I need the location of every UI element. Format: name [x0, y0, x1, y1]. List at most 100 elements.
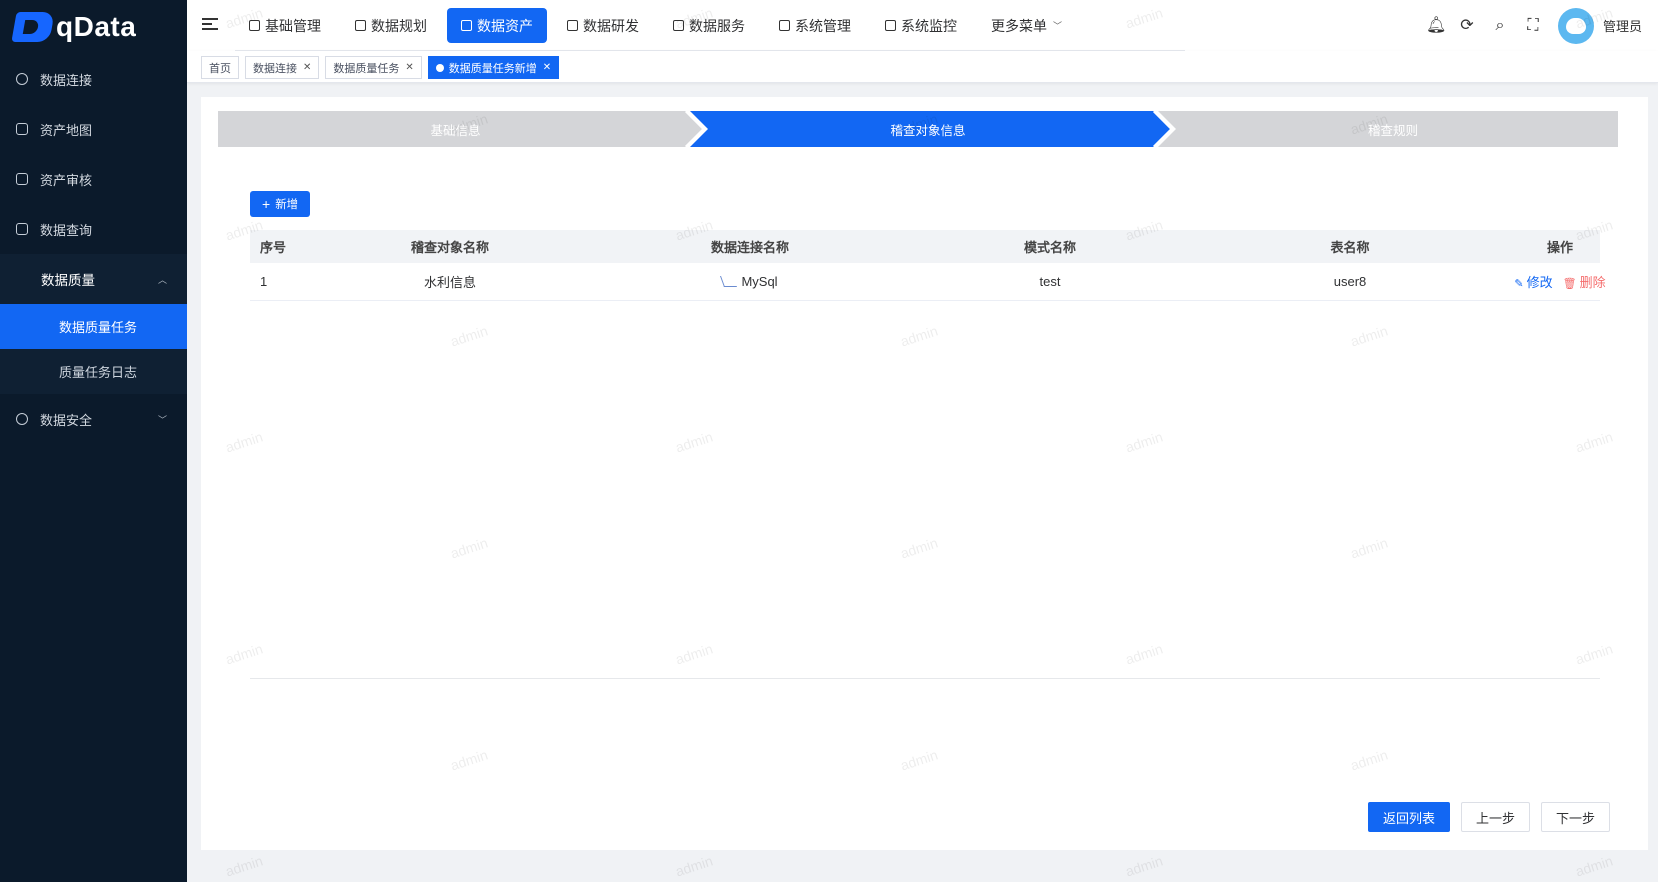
step-label: 稽查规则	[1367, 123, 1418, 138]
copy-icon	[16, 173, 28, 185]
back-to-list-button[interactable]: 返回列表	[1367, 802, 1450, 832]
search-icon[interactable]: ⌕	[1492, 17, 1508, 34]
col-table-name: 表名称	[1330, 240, 1370, 255]
sidebar-group-data-quality[interactable]: 数据质量 ︿	[0, 254, 187, 304]
col-connection-name: 数据连接名称	[710, 240, 789, 255]
prev-step-button[interactable]: 上一步	[1460, 802, 1530, 832]
col-actions: 操作	[1546, 240, 1573, 255]
window-icon	[567, 20, 578, 31]
step-label: 基础信息	[430, 123, 481, 138]
step-rules[interactable]: 稽查规则	[1168, 111, 1618, 147]
tag-data-connection[interactable]: 数据连接 ✕	[245, 56, 320, 79]
chevron-down-icon: ﹀	[157, 414, 167, 425]
menu-toggle-icon[interactable]	[202, 18, 218, 32]
watermark-text: admin	[1573, 852, 1615, 880]
asset-icon	[461, 20, 472, 31]
sidebar-group-label: 数据质量	[41, 273, 95, 288]
footer-actions: 返回列表 上一步 下一步	[1357, 802, 1610, 832]
avatar[interactable]	[1557, 7, 1594, 44]
sidebar-item-label: 数据安全	[40, 412, 93, 428]
dot-icon	[435, 63, 444, 72]
nav-system-monitor[interactable]: 系统监控	[871, 8, 971, 43]
watermark-text: admin	[673, 852, 715, 880]
nav-data-assets[interactable]: 数据资产	[447, 8, 547, 43]
logo[interactable]: qData	[0, 0, 187, 54]
tag-home[interactable]: 首页	[201, 56, 239, 79]
sidebar-item-label: 数据连接	[40, 72, 93, 88]
edit-button[interactable]: ✎ 修改	[1514, 272, 1552, 291]
nav-label: 基础管理	[265, 17, 321, 34]
cell-index: 1	[260, 274, 268, 289]
nav-label: 系统监控	[901, 17, 957, 34]
edit-label: 修改	[1526, 275, 1553, 290]
top-nav: 基础管理 数据规划 数据资产 数据研发 数据服务 系统管理 系统监控 更多菜单 ﹀	[235, 8, 1082, 43]
cell-schema: test	[1039, 274, 1061, 289]
nav-label: 系统管理	[795, 17, 851, 34]
tag-quality-task[interactable]: 数据质量任务 ✕	[325, 56, 422, 79]
add-button[interactable]: + 新增	[250, 191, 311, 217]
sidebar-item-asset-review[interactable]: 资产审核	[0, 154, 187, 204]
col-target-name: 稽查对象名称	[410, 240, 489, 255]
query-icon	[16, 223, 28, 235]
logo-text: qData	[56, 11, 137, 42]
tag-quality-task-add[interactable]: 数据质量任务新增 ✕	[427, 56, 560, 79]
cell-actions: ✎ 修改 🗑︎ 删除	[1514, 272, 1605, 291]
bell-icon[interactable]: 🔔︎	[1426, 17, 1446, 34]
sidebar-item-label: 资产地图	[40, 122, 93, 138]
sidebar-item-data-query[interactable]: 数据查询	[0, 204, 187, 254]
layers-icon	[355, 20, 366, 31]
delete-label: 删除	[1579, 275, 1606, 290]
step-target-info[interactable]: 稽查对象信息	[698, 111, 1158, 147]
username[interactable]: 管理员	[1603, 16, 1642, 35]
nav-data-development[interactable]: 数据研发	[553, 8, 653, 43]
nav-more-menu[interactable]: 更多菜单 ﹀	[977, 8, 1076, 43]
add-button-label: 新增	[275, 199, 299, 211]
sidebar-item-label: 资产审核	[40, 172, 93, 188]
delete-button[interactable]: 🗑︎ 删除	[1563, 272, 1606, 291]
nav-system-management[interactable]: 系统管理	[765, 8, 865, 43]
tag-label: 数据质量任务新增	[448, 62, 537, 75]
fullscreen-icon[interactable]: ⛶	[1525, 17, 1541, 34]
close-icon[interactable]: ✕	[543, 62, 551, 73]
sidebar: qData 数据连接 资产地图 资产审核 数据查询 数据质量 ︿ 数据质量任务 …	[0, 0, 187, 882]
table-header: 序号 稽查对象名称 数据连接名称 模式名称 表名称 操作	[250, 230, 1600, 263]
main-card: 基础信息 稽查对象信息 稽查规则 + 新增 序号 稽查对象名称 数据连接名称 模…	[201, 97, 1648, 850]
sidebar-subitem-quality-log[interactable]: 质量任务日志	[0, 349, 187, 394]
sidebar-item-data-connection[interactable]: 数据连接	[0, 54, 187, 104]
sidebar-subitem-label: 质量任务日志	[59, 365, 138, 380]
nav-data-service[interactable]: 数据服务	[659, 8, 759, 43]
target-icon	[16, 73, 28, 85]
top-bar: 基础管理 数据规划 数据资产 数据研发 数据服务 系统管理 系统监控 更多菜单 ﹀…	[187, 0, 1658, 51]
cell-table: user8	[1333, 274, 1367, 289]
sidebar-item-label: 数据查询	[40, 222, 93, 238]
col-index: 序号	[260, 240, 287, 255]
nav-data-planning[interactable]: 数据规划	[341, 8, 441, 43]
edit-icon: ✎	[1514, 278, 1524, 290]
tag-label: 数据质量任务	[333, 62, 400, 75]
target-table: 序号 稽查对象名称 数据连接名称 模式名称 表名称 操作 1 水利信息 MySq…	[250, 230, 1606, 301]
step-basic-info[interactable]: 基础信息	[218, 111, 693, 147]
plus-icon: +	[262, 196, 271, 212]
sidebar-item-asset-map[interactable]: 资产地图	[0, 104, 187, 154]
tag-label: 数据连接	[253, 62, 297, 75]
refresh-icon[interactable]: ⟳	[1459, 17, 1475, 34]
watermark-text: admin	[223, 852, 265, 880]
sidebar-item-data-security[interactable]: 数据安全 ﹀	[0, 394, 187, 444]
table-row: 1 水利信息 MySql test user8 ✎ 修改 🗑︎ 删除	[250, 263, 1606, 301]
next-step-button[interactable]: 下一步	[1540, 802, 1610, 832]
nav-label: 更多菜单	[991, 17, 1047, 34]
mysql-icon	[720, 276, 738, 287]
watermark-text: admin	[1123, 852, 1165, 880]
close-icon[interactable]: ✕	[405, 62, 413, 73]
tag-label: 首页	[209, 62, 231, 75]
hourglass-icon	[673, 20, 684, 31]
gear-icon	[779, 20, 790, 31]
close-icon[interactable]: ✕	[303, 62, 311, 73]
database-icon	[249, 20, 260, 31]
chevron-up-icon: ︿	[157, 274, 167, 285]
sidebar-subitem-quality-task[interactable]: 数据质量任务	[0, 304, 187, 349]
steps: 基础信息 稽查对象信息 稽查规则	[218, 111, 1618, 147]
step-label: 稽查对象信息	[890, 123, 966, 138]
nav-basic-management[interactable]: 基础管理	[235, 8, 335, 43]
col-schema-name: 模式名称	[1023, 240, 1076, 255]
